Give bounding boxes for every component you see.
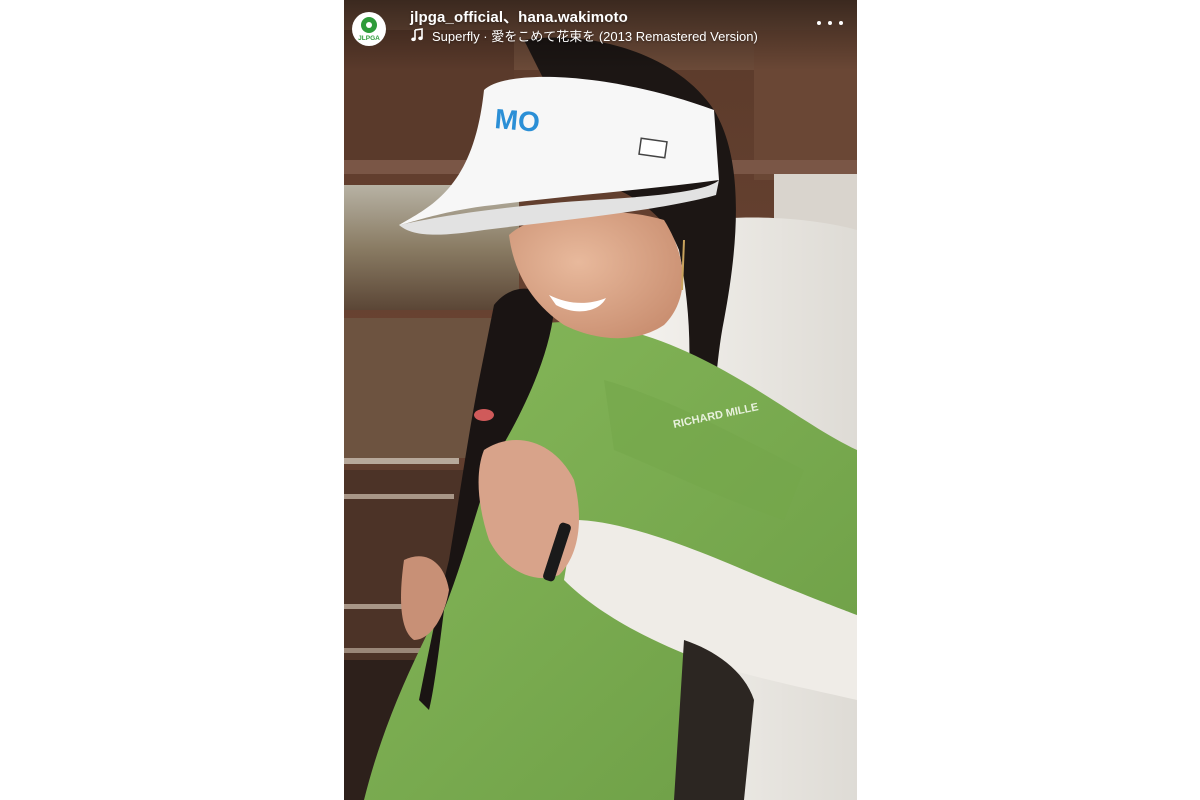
account-names[interactable]: jlpga_official、hana.wakimoto	[410, 6, 628, 27]
story-viewer[interactable]: RICHARD MILLE MO JLPGA jlpga_official、ha…	[344, 0, 857, 800]
svg-text:MO: MO	[493, 103, 541, 138]
jlpga-logo-icon: JLPGA	[353, 13, 385, 45]
music-attribution[interactable]: Superfly · 愛をこめて花束を (2013 Remastered Ver…	[410, 26, 758, 44]
page: RICHARD MILLE MO JLPGA jlpga_official、ha…	[0, 0, 1200, 800]
story-image: RICHARD MILLE MO	[344, 0, 857, 800]
svg-text:JLPGA: JLPGA	[358, 35, 380, 42]
more-options-icon-dot	[839, 21, 843, 25]
more-options-icon-dot	[828, 21, 832, 25]
music-text: Superfly · 愛をこめて花束を (2013 Remastered Ver…	[432, 28, 758, 44]
story-header: JLPGA jlpga_official、hana.wakimoto Super…	[344, 0, 857, 52]
more-options-button[interactable]	[817, 14, 843, 32]
account-avatar[interactable]: JLPGA	[352, 12, 386, 46]
more-options-icon	[817, 21, 821, 25]
music-note-icon	[411, 28, 423, 42]
